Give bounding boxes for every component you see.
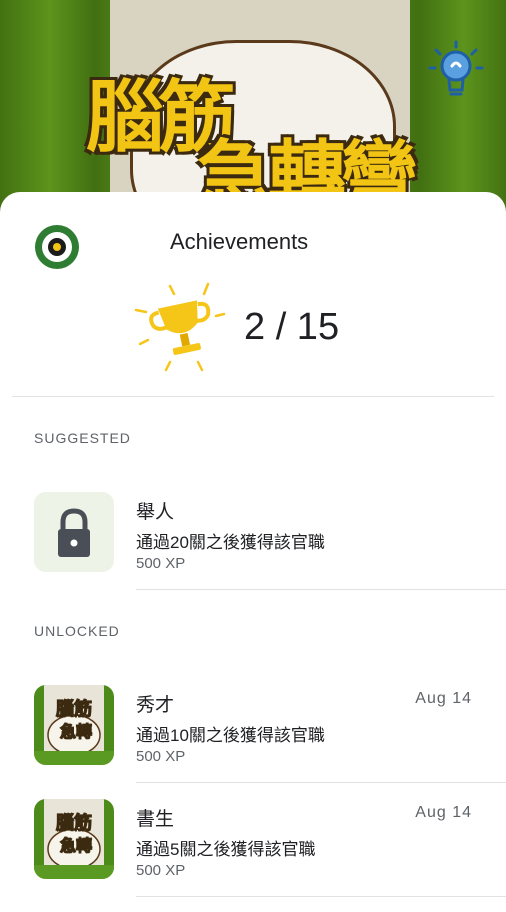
achievement-count: 2 / 15 bbox=[244, 306, 340, 348]
divider bbox=[12, 396, 494, 397]
achievement-description: 通過10關之後獲得該官職 bbox=[136, 726, 325, 745]
divider bbox=[136, 896, 506, 897]
divider bbox=[136, 589, 506, 590]
achievement-xp: 500 XP bbox=[136, 862, 186, 879]
sheet-title: Achievements bbox=[170, 229, 309, 254]
achievement-xp: 500 XP bbox=[136, 748, 186, 765]
section-label-suggested: SUGGESTED bbox=[34, 430, 131, 446]
achievement-name: 舉人 bbox=[136, 502, 175, 523]
trophy-icon bbox=[134, 282, 226, 372]
section-label-unlocked: UNLOCKED bbox=[34, 623, 120, 639]
locked-achievement-icon[interactable] bbox=[34, 492, 114, 572]
svg-text:急轉: 急轉 bbox=[60, 722, 92, 741]
lightbulb-icon[interactable] bbox=[418, 36, 488, 106]
game-logo-art: 腦筋 急轉 bbox=[34, 685, 114, 765]
divider bbox=[136, 782, 506, 783]
achievement-name: 秀才 bbox=[136, 695, 175, 716]
achievement-description: 通過20關之後獲得該官職 bbox=[136, 533, 325, 552]
achievement-description: 通過5關之後獲得該官職 bbox=[136, 840, 316, 859]
game-logo-icon[interactable]: 腦筋 急轉 bbox=[34, 799, 114, 879]
achievement-name: 書生 bbox=[136, 809, 175, 830]
game-logo-icon[interactable]: 腦筋 急轉 bbox=[34, 685, 114, 765]
game-badge-icon bbox=[35, 225, 79, 269]
svg-text:急轉: 急轉 bbox=[60, 836, 92, 855]
game-title-logo: 腦筋 急轉彎 bbox=[86, 73, 418, 223]
achievement-date: Aug 14 bbox=[415, 804, 472, 821]
svg-text:腦筋: 腦筋 bbox=[56, 812, 92, 834]
lock-icon bbox=[34, 492, 114, 572]
achievement-xp: 500 XP bbox=[136, 555, 186, 572]
svg-text:腦筋: 腦筋 bbox=[56, 698, 92, 720]
game-logo-art: 腦筋 急轉 bbox=[34, 799, 114, 879]
achievement-date: Aug 14 bbox=[415, 690, 472, 707]
